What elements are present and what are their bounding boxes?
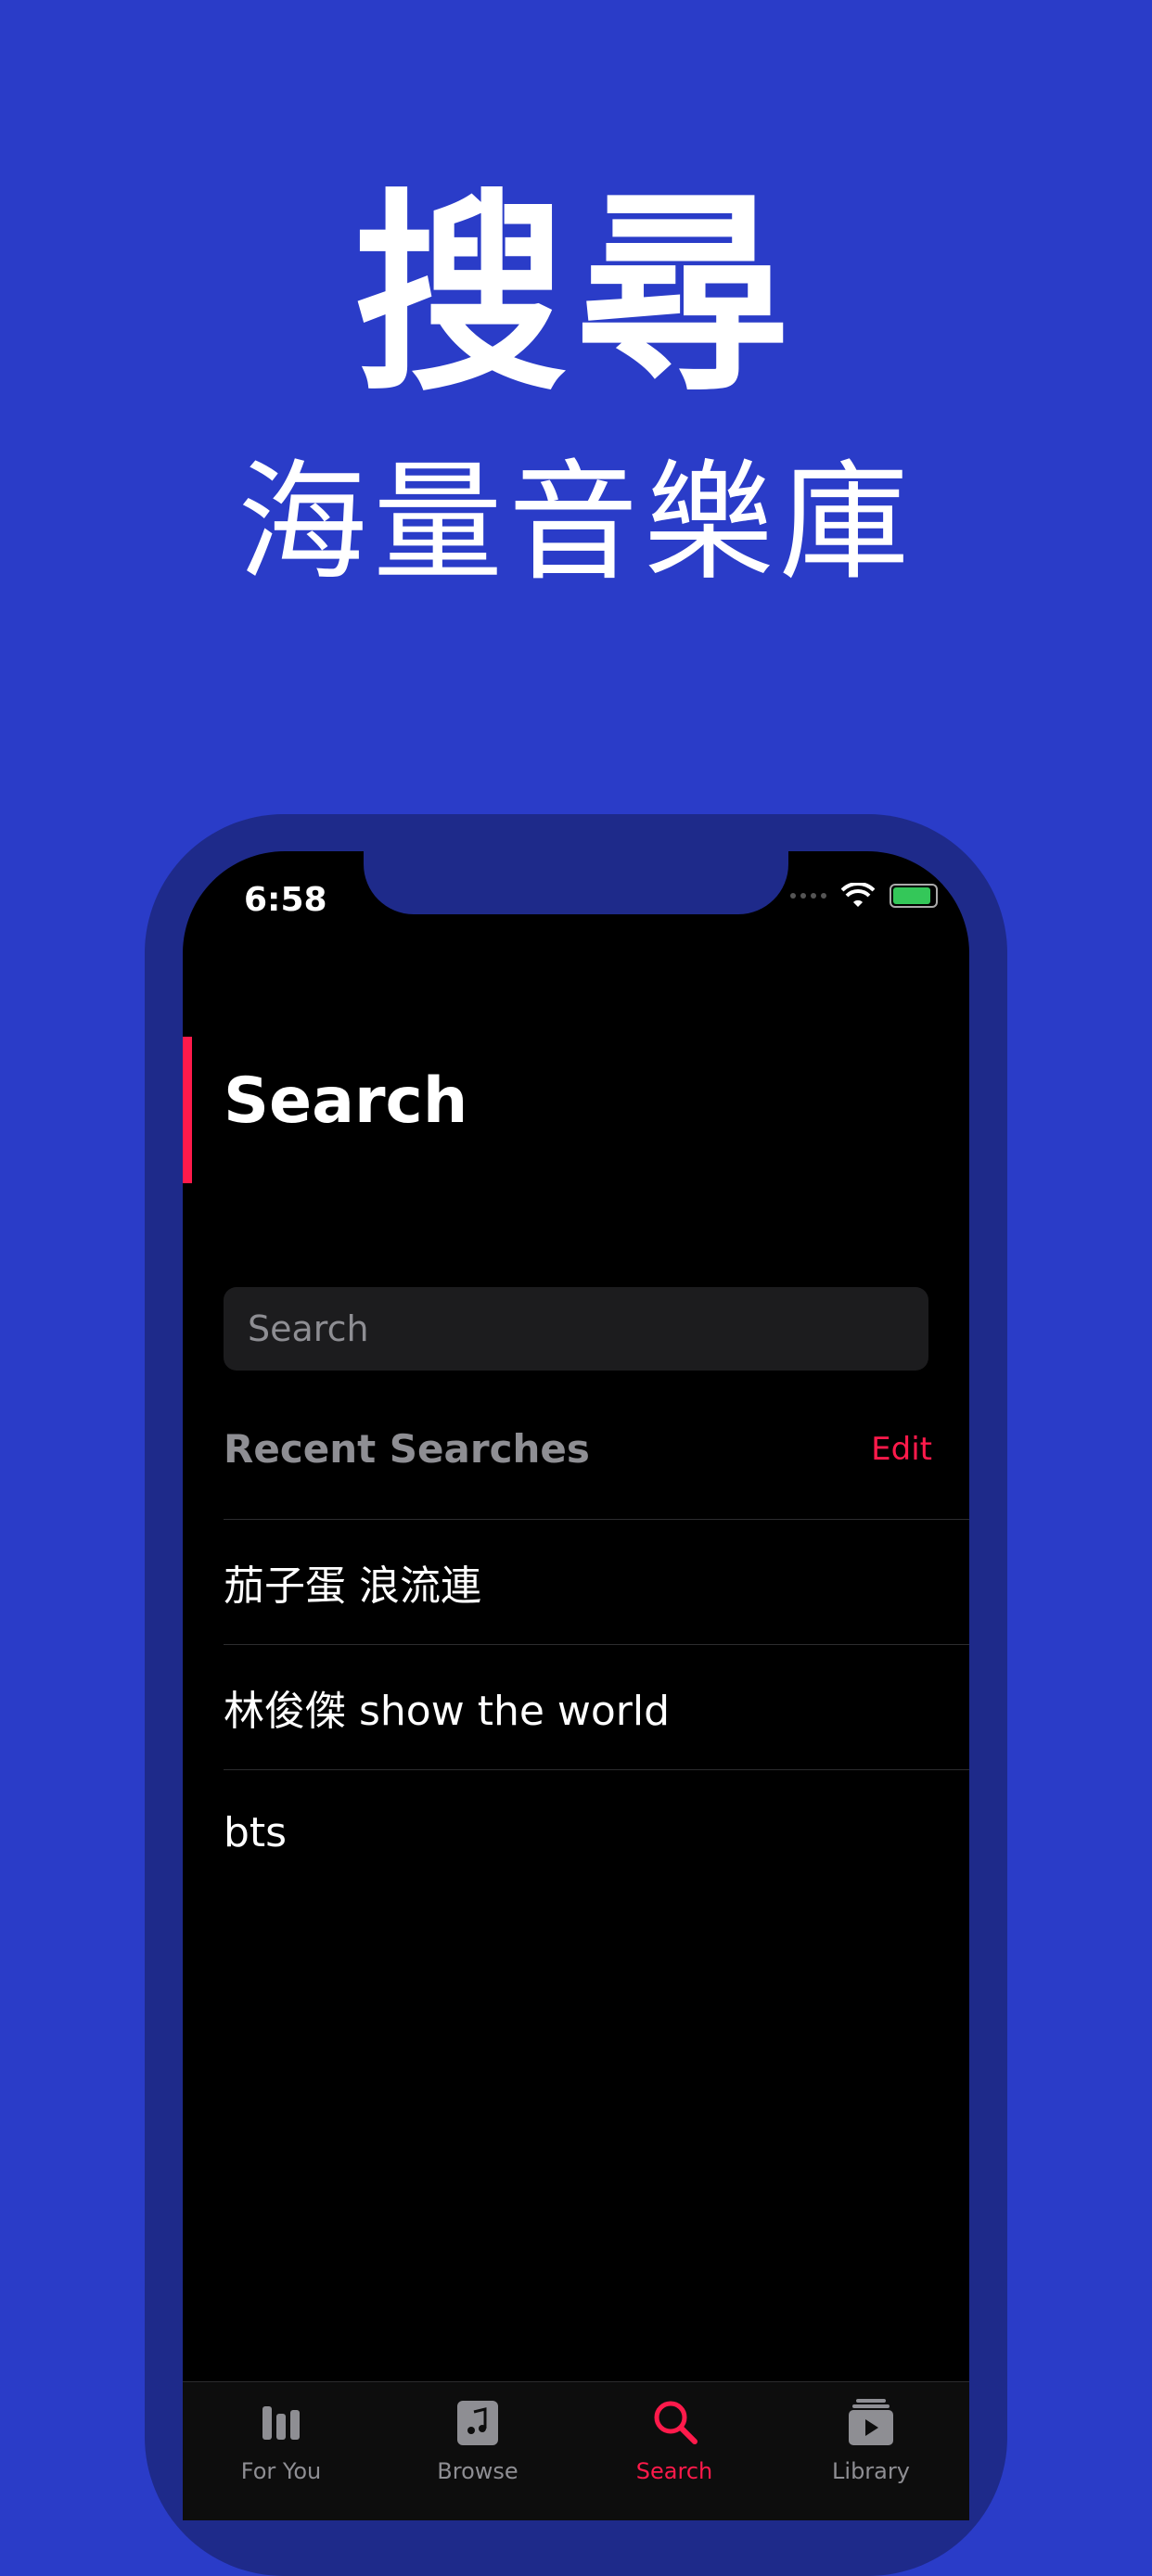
search-icon	[654, 2401, 698, 2444]
tab-search[interactable]: Search	[576, 2382, 773, 2520]
tab-library[interactable]: Library	[773, 2382, 969, 2520]
tab-label: Library	[832, 2458, 910, 2484]
recent-searches-title: Recent Searches	[224, 1426, 590, 1472]
recent-search-item[interactable]: 茄子蛋 浪流連	[224, 1519, 969, 1644]
page-title: Search	[224, 1065, 468, 1138]
phone-screen: 6:58 Search Recent Searches Edit 茄子蛋 浪流連…	[183, 851, 969, 2520]
library-icon	[849, 2399, 893, 2445]
status-time: 6:58	[244, 881, 327, 919]
recent-searches-header: Recent Searches Edit	[224, 1426, 932, 1472]
accent-bar	[183, 1037, 192, 1183]
recent-search-item[interactable]: bts	[224, 1769, 969, 1894]
recent-searches-list: 茄子蛋 浪流連 林俊傑 show the world bts	[224, 1519, 969, 1894]
promo-title: 搜尋	[352, 172, 799, 420]
browse-icon	[457, 2401, 498, 2445]
tab-label: Search	[635, 2458, 713, 2484]
promo-subtitle: 海量音樂庫	[237, 448, 915, 599]
status-icons	[790, 883, 938, 909]
for-you-icon	[262, 2406, 300, 2440]
tab-label: Browse	[437, 2458, 518, 2484]
search-field[interactable]	[224, 1287, 928, 1371]
recent-search-item[interactable]: 林俊傑 show the world	[224, 1644, 969, 1769]
notch	[364, 851, 788, 914]
wifi-icon	[841, 883, 875, 907]
cellular-signal-icon	[790, 893, 826, 899]
search-input[interactable]	[246, 1307, 906, 1350]
tab-bar: For You Browse Search Library	[183, 2381, 969, 2520]
tab-for-you[interactable]: For You	[183, 2382, 379, 2520]
tab-label: For You	[240, 2458, 322, 2484]
tab-browse[interactable]: Browse	[379, 2382, 576, 2520]
battery-icon	[890, 884, 938, 908]
edit-button[interactable]: Edit	[871, 1431, 932, 1468]
